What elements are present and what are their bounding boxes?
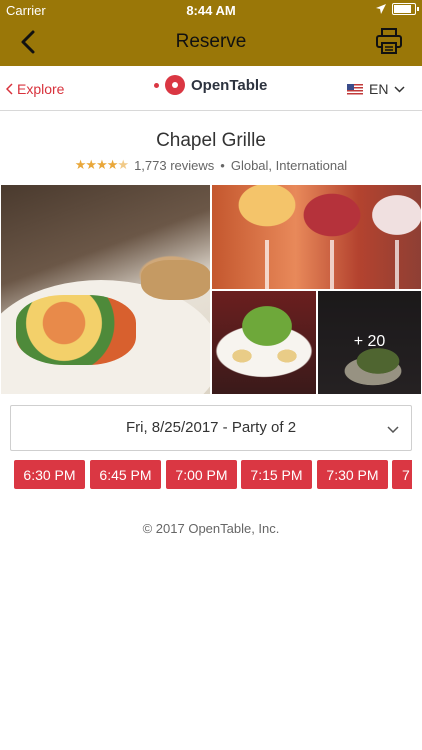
time-slot-button[interactable]: 7:30 PM: [317, 460, 388, 489]
date-party-label: Fri, 8/25/2017 - Party of 2: [125, 419, 297, 436]
logo-ring-icon: [165, 75, 185, 95]
time-slot-button[interactable]: 6:30 PM: [14, 460, 85, 489]
location-arrow-icon: [376, 4, 386, 14]
explore-link[interactable]: Explore: [6, 81, 64, 97]
time-slot-button[interactable]: 6:45 PM: [90, 460, 161, 489]
chevron-down-icon: [394, 85, 405, 93]
opentable-logo: OpenTable: [154, 75, 267, 95]
review-count[interactable]: 1,773 reviews: [134, 158, 214, 173]
copyright-footer: © 2017 OpenTable, Inc.: [142, 521, 280, 536]
language-selector[interactable]: EN: [347, 81, 405, 97]
status-right: [376, 3, 419, 15]
logo-dot: [154, 82, 159, 88]
restaurant-meta: ★★★★★ 1,773 reviews • Global, Internatio…: [0, 157, 422, 173]
separator-dot: •: [220, 157, 225, 173]
battery-icon: [392, 3, 419, 15]
rating-stars-icon: ★★★★★: [74, 157, 129, 172]
photo-salad[interactable]: [212, 291, 316, 394]
photo-more[interactable]: + 20: [318, 291, 421, 394]
restaurant-name: Chapel Grille: [156, 130, 266, 151]
printer-icon[interactable]: [374, 27, 404, 55]
status-time: 8:44 AM: [186, 3, 236, 18]
photo-drinks[interactable]: [212, 185, 421, 289]
time-slot-button[interactable]: 7: [392, 460, 412, 489]
logo-text: OpenTable: [191, 76, 268, 94]
language-label: EN: [369, 81, 389, 97]
chevron-left-small-icon: [6, 83, 13, 95]
us-flag-icon: [347, 83, 363, 95]
date-party-selector[interactable]: Fri, 8/25/2017 - Party of 2: [10, 405, 412, 451]
photo-main-dish[interactable]: [1, 185, 210, 394]
page-title: Reserve: [175, 31, 247, 52]
restaurant-location: Global, International: [230, 157, 348, 173]
explore-label: Explore: [17, 81, 65, 97]
chevron-down-icon: [387, 426, 399, 433]
status-bar: Carrier 8:44 AM: [0, 0, 422, 22]
more-photos-count: + 20: [353, 333, 386, 350]
time-slot-list: 6:30 PM 6:45 PM 7:00 PM 7:15 PM 7:30 PM …: [14, 460, 412, 490]
time-slot-button[interactable]: 7:00 PM: [166, 460, 237, 489]
time-slot-button[interactable]: 7:15 PM: [241, 460, 312, 489]
